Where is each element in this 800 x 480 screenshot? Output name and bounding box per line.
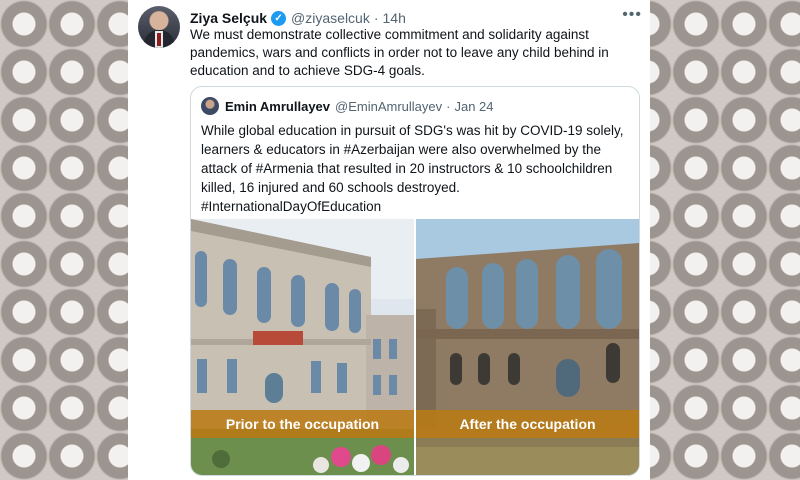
caption-before: Prior to the occupation <box>191 410 414 438</box>
separator-dot: · <box>373 10 379 26</box>
quoted-tweet[interactable]: Emin Amrullayev @EminAmrullayev · Jan 24… <box>190 86 640 476</box>
author-handle[interactable]: @ziyaselcuk <box>291 10 370 26</box>
caption-after: After the occupation <box>416 410 639 438</box>
quoted-tweet-header: Emin Amrullayev @EminAmrullayev · Jan 24 <box>225 97 494 115</box>
tweet-text: We must demonstrate collective commitmen… <box>190 27 609 78</box>
quoted-author-avatar[interactable] <box>201 97 219 115</box>
quoted-author-handle[interactable]: @EminAmrullayev <box>335 99 442 114</box>
tweet-timestamp[interactable]: 14h <box>383 10 406 26</box>
verified-badge-icon: ✓ <box>271 10 287 26</box>
tweet-header: Ziya Selçuk ✓ @ziyaselcuk · 14h <box>190 8 406 28</box>
quoted-tweet-date[interactable]: Jan 24 <box>454 99 493 114</box>
more-options-icon[interactable]: ••• <box>622 6 642 24</box>
quoted-tweet-text: While global education in pursuit of SDG… <box>201 121 631 216</box>
quoted-tweet-body: While global education in pursuit of SDG… <box>201 123 624 195</box>
author-name[interactable]: Ziya Selçuk <box>190 10 267 26</box>
photo-before[interactable]: Prior to the occupation <box>191 219 414 475</box>
quoted-separator-dot: · <box>446 98 451 114</box>
author-avatar[interactable] <box>138 6 180 48</box>
quoted-author-name[interactable]: Emin Amrullayev <box>225 99 330 114</box>
tweet-card[interactable]: Ziya Selçuk ✓ @ziyaselcuk · 14h ••• We m… <box>128 0 650 480</box>
photo-after[interactable]: After the occupation <box>416 219 639 475</box>
quoted-tweet-hashtag[interactable]: #InternationalDayOfEducation <box>201 197 631 216</box>
media-grid: Prior to the occupation After the occupa… <box>191 219 639 475</box>
